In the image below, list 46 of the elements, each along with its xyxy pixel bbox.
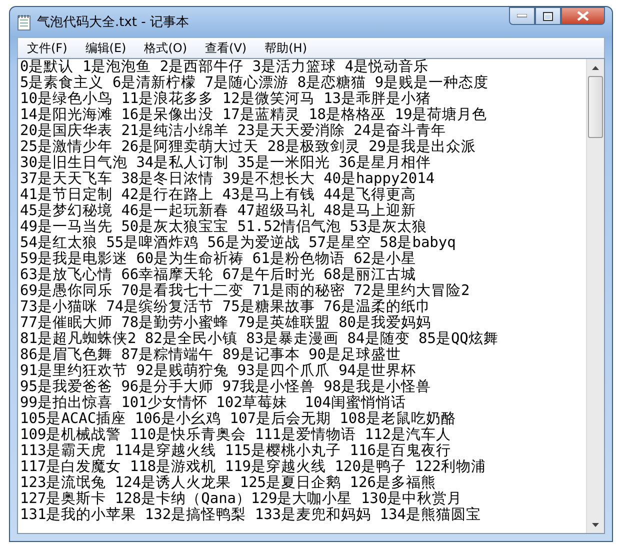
scroll-up-icon xyxy=(592,66,599,70)
text-line: 131是我的小苹果 132是搞怪鸭梨 133是麦兜和妈妈 134是熊猫圆宝 xyxy=(20,507,482,523)
text-line: 105是ACAC插座 106是小幺鸡 107是后会无期 108是老鼠吃奶酪 xyxy=(20,411,457,427)
text-line: 49是一马当先 50是灰太狼宝宝 51.52情侣气泡 53是灰太狼 xyxy=(20,219,428,235)
text-line: 30是旧生日气泡 34是私人订制 35是一米阳光 36是星月相伴 xyxy=(20,155,432,171)
text-line: 69是愚你同乐 70是看我七十二变 71是雨的秘密 72是里约大冒险2 xyxy=(20,283,471,299)
text-line: 127是奥斯卡 128是卡纳（Qana）129是大咖小星 130是中秋赏月 xyxy=(20,491,464,507)
menu-item[interactable]: 编辑(E) xyxy=(76,38,136,58)
scrollbar-thumb[interactable] xyxy=(588,76,603,138)
text-line: 5是素食主义 6是清新柠檬 7是随心漂游 8是恋糖猫 9是贱是一种态度 xyxy=(20,75,490,91)
maximize-button[interactable] xyxy=(535,7,561,25)
text-line: 95是我爱爸爸 96是分手大师 97我是小怪兽 98是我是小怪兽 xyxy=(20,379,432,395)
text-line: 20是国庆华表 21是纯洁小绵羊 23是天天爱消除 24是奋斗青年 xyxy=(20,123,448,139)
text-line: 117是白发魔女 118是游戏机 119是穿越火线 120是鸭子 122利物浦 xyxy=(20,459,487,475)
vertical-scrollbar[interactable] xyxy=(586,59,604,533)
text-line: 99是拍出惊喜 101少女情怀 102草莓妹 104闺蜜悄悄话 xyxy=(20,395,407,411)
maximize-icon xyxy=(543,12,553,20)
menu-item[interactable]: 帮助(H) xyxy=(256,38,316,58)
menu-item[interactable]: 文件(F) xyxy=(18,38,76,58)
text-line: 54是红太狼 55是啤酒炸鸡 56是为爱逆战 57是星空 58是babyq xyxy=(20,235,457,251)
text-line: 25是激情少年 26是阿狸卖萌大过天 28是极致剑灵 29是我是出众派 xyxy=(20,139,478,155)
text-line: 59是我是电影迷 60是为生命祈祷 61是粉色物语 62是小星 xyxy=(20,251,418,267)
text-line: 77是催眠大师 78是勤劳小蜜蜂 79是英雄联盟 80是我爱妈妈 xyxy=(20,315,432,331)
text-line: 41是节日定制 42是行在路上 43是马上有钱 44是飞得更高 xyxy=(20,187,418,203)
text-line: 14是阳光海滩 16是呆像出没 17是蓝精灵 18是格格巫 19是荷塘月色 xyxy=(20,107,488,123)
text-line: 45是梦幻秘境 46是一起玩新春 47超级马礼 48是马上迎新 xyxy=(20,203,418,219)
minimize-icon xyxy=(517,14,527,18)
text-line: 123是流氓兔 124是诱人火龙果 125是夏日企鹅 126是多福熊 xyxy=(20,475,437,491)
text-line: 73是小猫咪 74是缤纷复活节 75是糖果故事 76是温柔的纸巾 xyxy=(20,299,432,315)
text-line: 91是里约狂欢节 92是贱萌狞兔 93是四个爪爪 94是世界杯 xyxy=(20,363,418,379)
text-line: 37是天天飞车 38是冬日浓情 39是不想长大 40是happy2014 xyxy=(20,171,436,187)
menu-item[interactable]: 格式(O) xyxy=(135,38,196,58)
scroll-down-icon xyxy=(592,522,599,526)
text-line: 109是机械战警 110是快乐青奥会 111是爱情物语 112是汽车人 xyxy=(20,427,452,443)
minimize-button[interactable] xyxy=(509,7,535,25)
text-line: 63是放飞心情 66幸福摩天轮 67是午后时光 68是丽江古城 xyxy=(20,267,418,283)
text-line: 86是眉飞色舞 87是粽情端午 89是记事本 90是足球盛世 xyxy=(20,347,402,363)
text-line: 10是绿色小鸟 11是浪花多多 12是微笑河马 13是乖胖是小猪 xyxy=(20,91,432,107)
text-line: 113是霸天虎 114是穿越火线 115是樱桃小丸子 116是百鬼夜行 xyxy=(20,443,452,459)
window-title: 气泡代码大全.txt - 记事本 xyxy=(37,14,189,31)
text-line: 0是默认 1是泡泡鱼 2是西部牛仔 3是活力篮球 4是悦动音乐 xyxy=(20,59,430,75)
notepad-icon xyxy=(17,14,31,30)
close-button[interactable] xyxy=(561,7,605,25)
text-line: 81是超凡蜘蛛侠2 82是全民小镇 83是暴走漫画 84是随变 85是QQ炫舞 xyxy=(20,331,500,347)
menu-item[interactable]: 查看(V) xyxy=(196,38,256,58)
close-icon xyxy=(577,11,589,21)
